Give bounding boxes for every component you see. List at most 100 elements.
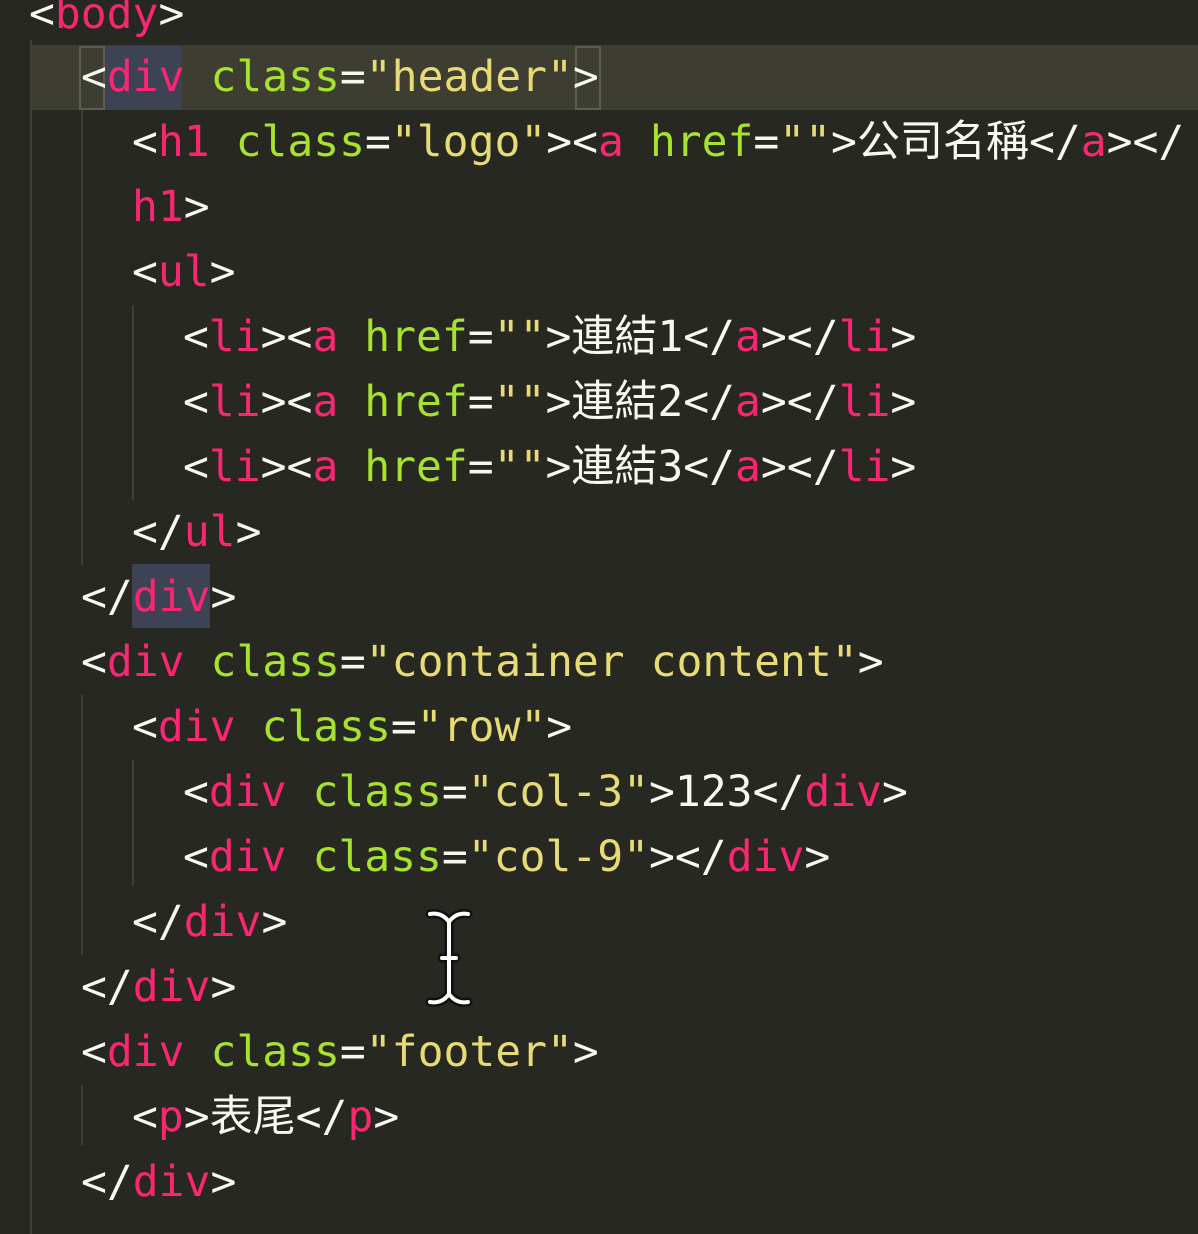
code-punctuation: </ xyxy=(81,1157,133,1207)
code-text: 公司名稱 xyxy=(856,117,1029,167)
code-punctuation: > xyxy=(545,312,572,362)
code-punctuation: = xyxy=(339,637,366,687)
code-punctuation: > xyxy=(890,442,917,492)
code-line[interactable]: <div class="header"> xyxy=(81,45,599,110)
code-line[interactable]: <li><a href="">連結3</a></li> xyxy=(183,435,916,500)
code-punctuation: </ xyxy=(683,442,736,492)
code-tag-name: li xyxy=(838,442,891,492)
code-punctuation: = xyxy=(390,702,417,752)
code-tag-name: a xyxy=(1080,117,1107,167)
code-punctuation: </ xyxy=(81,572,133,622)
code-punctuation: < xyxy=(183,377,209,427)
code-tag-name: a xyxy=(735,377,761,427)
code-line[interactable]: <ul> xyxy=(132,240,236,305)
code-line[interactable]: </div> xyxy=(81,565,236,630)
code-punctuation: < xyxy=(183,312,209,362)
code-tag-name: div xyxy=(157,702,236,752)
code-punctuation: > xyxy=(649,767,675,817)
indent-guide xyxy=(81,1085,83,1145)
code-line[interactable]: <h1 class="logo"><a href="">公司名稱</a></ xyxy=(132,110,1184,175)
code-punctuation: > xyxy=(831,117,857,167)
code-string: "footer" xyxy=(365,1027,573,1077)
code-punctuation: = xyxy=(365,117,391,167)
code-tag-name: div xyxy=(106,1027,185,1077)
code-attribute-name: class xyxy=(312,832,442,882)
code-punctuation: < xyxy=(132,247,158,297)
indent-guide xyxy=(132,760,134,885)
indent-guide xyxy=(132,305,134,500)
code-punctuation: > xyxy=(373,1092,400,1142)
code-string: "" xyxy=(493,377,546,427)
code-punctuation: > xyxy=(545,377,572,427)
code-punctuation: > xyxy=(890,312,917,362)
code-punctuation: ></ xyxy=(760,442,839,492)
text-cursor-icon xyxy=(425,909,473,1007)
code-line[interactable]: <li><a href="">連結2</a></li> xyxy=(183,370,916,435)
code-attribute-name: href xyxy=(364,312,468,362)
code-line[interactable]: <div class="container content"> xyxy=(81,630,884,695)
code-line[interactable]: </ul> xyxy=(132,500,261,565)
code-punctuation: > xyxy=(183,182,210,232)
code-attribute-name: href xyxy=(364,442,468,492)
code-tag-name: a xyxy=(735,312,761,362)
code-tag-name: div xyxy=(208,767,287,817)
code-attribute-name: class xyxy=(210,52,340,102)
code-attribute-name: href xyxy=(649,117,754,167)
code-line[interactable]: </div> xyxy=(132,890,287,955)
code-punctuation: > xyxy=(209,247,236,297)
code-line[interactable]: <p>表尾</p> xyxy=(132,1085,399,1150)
indent-guide xyxy=(81,695,83,955)
code-punctuation: < xyxy=(29,0,55,39)
code-punctuation: >< xyxy=(260,442,313,492)
code-punctuation: < xyxy=(81,637,107,687)
code-tag-name: a xyxy=(598,117,624,167)
code-punctuation: < xyxy=(81,52,107,102)
code-tag-name: a xyxy=(312,377,339,427)
code-tag-name: li xyxy=(208,312,261,362)
code-attribute-name: class xyxy=(210,637,340,687)
code-punctuation: > xyxy=(210,572,237,622)
indent-guide xyxy=(81,110,83,565)
code-line[interactable]: <li><a href="">連結1</a></li> xyxy=(183,305,916,370)
code-tag-name: h1 xyxy=(132,182,184,232)
code-tag-name: p xyxy=(347,1092,374,1142)
code-attribute-name: href xyxy=(364,377,468,427)
code-editor[interactable]: <body> <div class="header"> <h1 class="l… xyxy=(0,0,1198,1234)
code-text: 連結3 xyxy=(571,442,684,492)
code-tag-name: a xyxy=(312,442,339,492)
code-text: 表尾 xyxy=(209,1092,296,1142)
code-line[interactable]: <div class="footer"> xyxy=(81,1020,599,1085)
code-string: "" xyxy=(493,312,546,362)
code-punctuation: > xyxy=(804,832,831,882)
code-line[interactable]: <body> xyxy=(29,0,184,47)
code-line[interactable]: <div class="col-9"></div> xyxy=(183,825,830,890)
code-line[interactable]: h1> xyxy=(132,175,210,240)
code-tag-name: div xyxy=(183,897,262,947)
indent-guide xyxy=(30,40,32,1234)
code-string: "row" xyxy=(416,702,547,752)
code-punctuation: = xyxy=(467,312,494,362)
code-attribute-name: class xyxy=(235,117,366,167)
code-punctuation: ></ xyxy=(760,377,839,427)
code-punctuation: </ xyxy=(1028,117,1081,167)
code-line[interactable]: </div> xyxy=(81,955,236,1020)
code-text: 連結1 xyxy=(571,312,684,362)
code-punctuation: < xyxy=(132,702,158,752)
code-punctuation: >< xyxy=(260,312,313,362)
code-tag-name: div xyxy=(726,832,805,882)
code-punctuation: > xyxy=(572,1027,599,1077)
code-tag-name: div xyxy=(132,962,211,1012)
code-line[interactable]: <div class="row"> xyxy=(132,695,572,760)
code-punctuation: > xyxy=(572,52,599,102)
code-punctuation: > xyxy=(210,1157,237,1207)
code-line[interactable]: </div> xyxy=(81,1150,236,1215)
code-tag-name: li xyxy=(838,312,891,362)
code-line[interactable]: <div class="col-3">123</div> xyxy=(183,760,908,825)
